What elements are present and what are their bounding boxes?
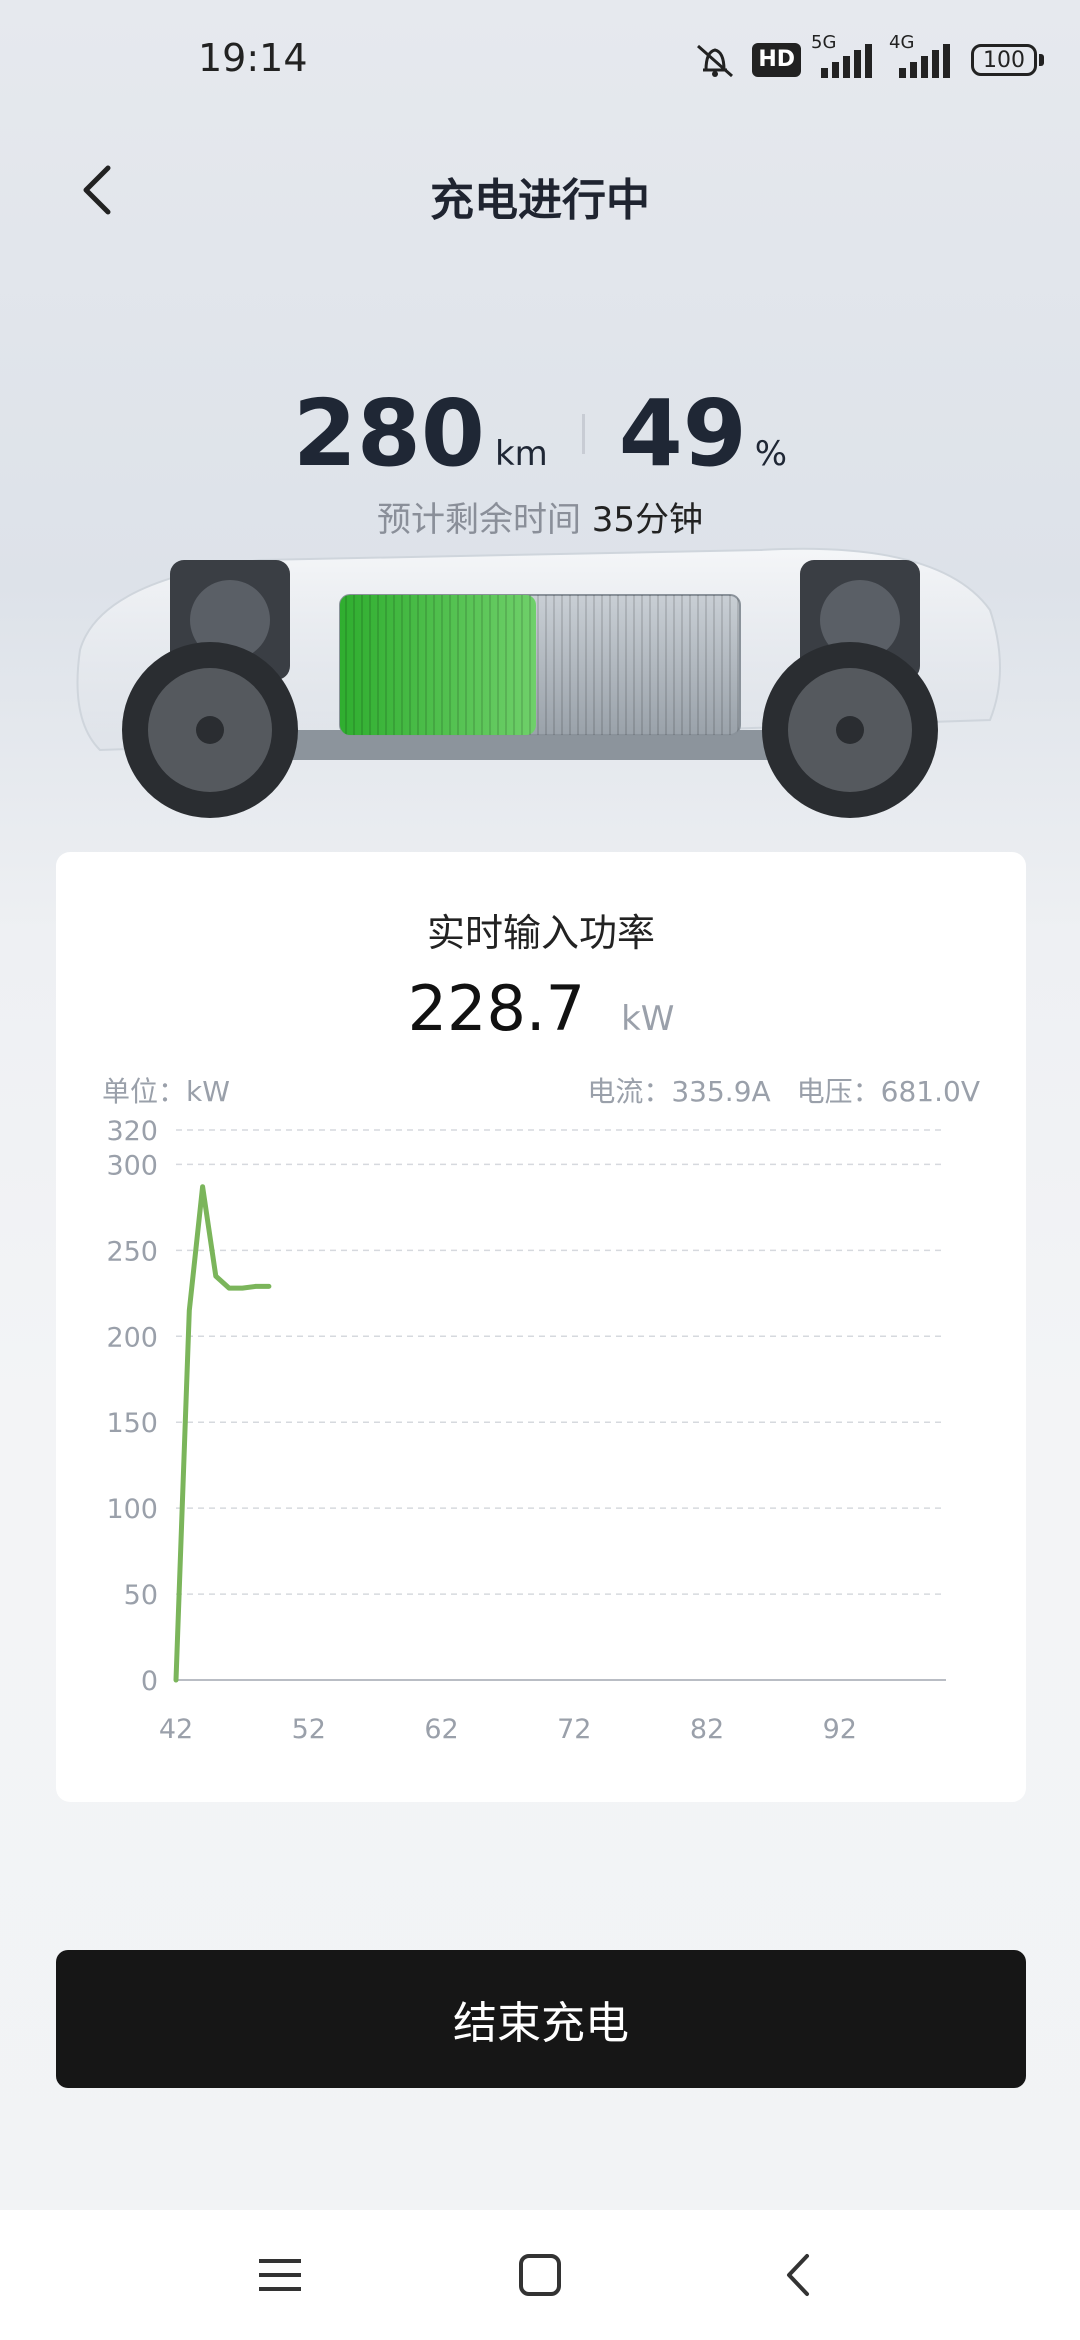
y-tick-label: 250 [106, 1236, 158, 1267]
x-tick-label: 42 [159, 1714, 193, 1742]
battery-icon: 100 [971, 44, 1044, 76]
home-square-icon [519, 2254, 561, 2296]
home-button[interactable] [500, 2235, 580, 2315]
power-chart: 050100150200250300320425262728292电量(%) [106, 1116, 946, 1742]
x-tick-label: 62 [424, 1714, 458, 1742]
card-title: 实时输入功率 [426, 911, 655, 955]
x-tick-label: 82 [690, 1714, 724, 1742]
hero-divider [581, 413, 585, 454]
status-icons: HD 5G 4G 100 [692, 32, 1044, 82]
y-tick-label: 50 [124, 1580, 158, 1611]
power-card: 实时输入功率 228.7 kW 单位：kW 电流：335.9A 电压：681.0… [56, 852, 1026, 1802]
x-tick-label: 52 [292, 1714, 326, 1742]
front-wheel [122, 642, 298, 818]
soc-value: 49 [618, 380, 747, 487]
y-tick-label: 300 [106, 1150, 158, 1181]
power-series-line [173, 1184, 272, 1683]
end-charging-button[interactable]: 结束充电 [56, 1950, 1026, 2088]
y-tick-label: 200 [106, 1322, 158, 1353]
hd-badge: HD [752, 43, 801, 77]
x-tick-label: 72 [557, 1714, 591, 1742]
y-tick-label: 100 [106, 1494, 158, 1525]
system-nav-bar [0, 2210, 1080, 2340]
range-value: 280 [292, 380, 485, 487]
x-tick-label: 92 [823, 1714, 857, 1742]
y-tick-label: 150 [106, 1408, 158, 1439]
car-chassis-illustration [76, 547, 1001, 818]
menu-icon [259, 2259, 301, 2291]
power-value: 228.7 [407, 972, 586, 1045]
power-unit: kW [621, 999, 675, 1039]
status-time: 19:14 [198, 36, 308, 80]
signal-5g-icon: 5G [811, 32, 879, 78]
range-unit: km [494, 434, 548, 474]
back-triangle-icon [787, 2254, 809, 2296]
mute-bell-icon [692, 40, 738, 80]
signal-4g-icon: 4G [889, 32, 957, 78]
header: 充电进行中 [0, 140, 1080, 240]
hero-stats: 280 km 49 % [0, 380, 1080, 490]
y-tick-label: 320 [106, 1116, 158, 1147]
status-bar: 19:14 HD 5G 4G 100 [0, 0, 1080, 120]
nav-back-button[interactable] [760, 2235, 840, 2315]
page-title: 充电进行中 [430, 175, 650, 226]
menu-button[interactable] [240, 2235, 320, 2315]
soc-unit: % [754, 434, 788, 474]
y-tick-label: 0 [141, 1666, 158, 1697]
rear-wheel [762, 642, 938, 818]
power-row: 228.7 kW [56, 972, 1026, 1045]
